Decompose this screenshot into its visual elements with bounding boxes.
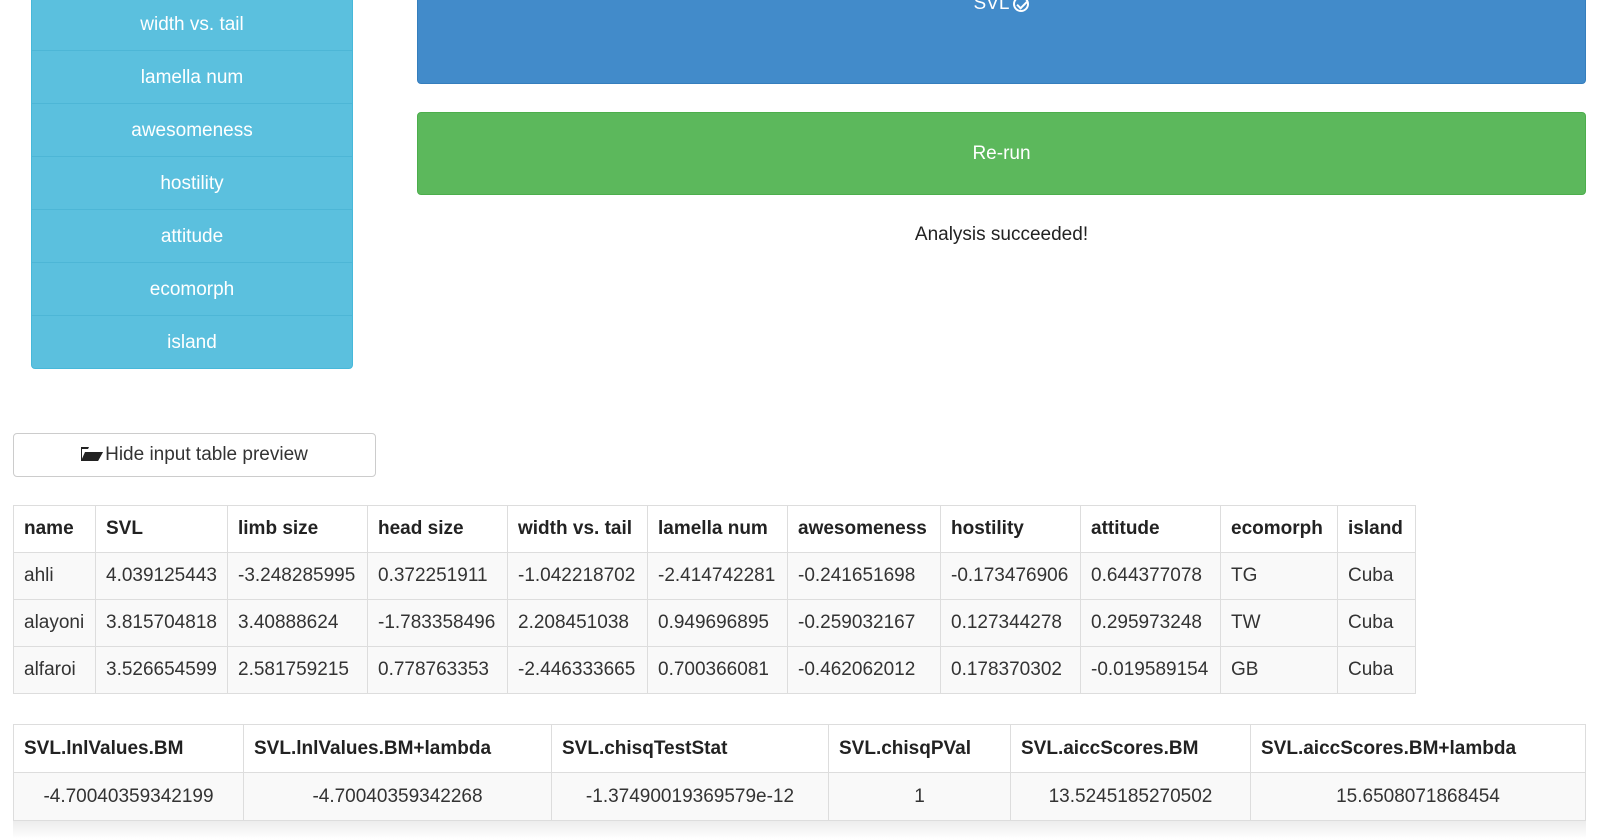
table-cell: GB [1220, 646, 1338, 694]
table-cell: 1 [828, 772, 1011, 821]
check-circle-icon [1013, 0, 1030, 12]
table-header-row: name SVL limb size head size width vs. t… [13, 505, 1416, 553]
rerun-button[interactable]: Re-run [417, 112, 1586, 195]
trait-item-width-vs-tail[interactable]: width vs. tail [32, 0, 352, 50]
table-cell: -0.462062012 [787, 646, 941, 694]
table-cell: 13.5245185270502 [1010, 772, 1251, 821]
table-cell: -0.019589154 [1080, 646, 1221, 694]
column-header: SVL.lnlValues.BM+lambda [243, 724, 552, 773]
table-cell: ahli [13, 552, 96, 600]
table-cell: 0.295973248 [1080, 599, 1221, 647]
trait-item-ecomorph[interactable]: ecomorph [32, 262, 352, 315]
table-cell: -2.414742281 [647, 552, 788, 600]
table-cell: -3.248285995 [227, 552, 368, 600]
table-cell: 2.208451038 [507, 599, 648, 647]
table-cell: TG [1220, 552, 1338, 600]
table-cell: Cuba [1337, 599, 1416, 647]
table-cell: 3.815704818 [95, 599, 228, 647]
trait-item-lamella-num[interactable]: lamella num [32, 50, 352, 103]
table-cell: -4.70040359342199 [13, 772, 244, 821]
table-cell: 0.372251911 [367, 552, 508, 600]
table-cell: -2.446333665 [507, 646, 648, 694]
column-header: width vs. tail [507, 505, 648, 553]
trait-item-awesomeness[interactable]: awesomeness [32, 103, 352, 156]
table-cell: 15.6508071868454 [1250, 772, 1586, 821]
table-cell: 0.778763353 [367, 646, 508, 694]
column-header: SVL.chisqPVal [828, 724, 1011, 773]
table-cell: 0.178370302 [940, 646, 1081, 694]
column-header: awesomeness [787, 505, 941, 553]
trait-list: width vs. tail lamella num awesomeness h… [31, 0, 353, 369]
column-header: SVL.chisqTestStat [551, 724, 829, 773]
table-cell: -1.042218702 [507, 552, 648, 600]
column-header: SVL.aiccScores.BM [1010, 724, 1251, 773]
trait-item-island[interactable]: island [32, 315, 352, 368]
column-header: limb size [227, 505, 368, 553]
svl-button-label: SVL [973, 0, 1010, 14]
column-header: head size [367, 505, 508, 553]
results-table: SVL.lnlValues.BM SVL.lnlValues.BM+lambda… [13, 724, 1586, 821]
column-header: SVL.aiccScores.BM+lambda [1250, 724, 1586, 773]
trait-item-attitude[interactable]: attitude [32, 209, 352, 262]
table-row: -4.70040359342199 -4.70040359342268 -1.3… [13, 772, 1586, 821]
column-header: SVL.lnlValues.BM [13, 724, 244, 773]
table-header-row: SVL.lnlValues.BM SVL.lnlValues.BM+lambda… [13, 724, 1586, 773]
input-table-preview: name SVL limb size head size width vs. t… [13, 505, 1416, 694]
table-cell: -0.241651698 [787, 552, 941, 600]
table-cell: -0.259032167 [787, 599, 941, 647]
table-row: alayoni 3.815704818 3.40888624 -1.783358… [13, 599, 1416, 647]
toggle-preview-button[interactable]: Hide input table preview [13, 433, 376, 477]
table-cell: TW [1220, 599, 1338, 647]
rerun-button-label: Re-run [972, 143, 1031, 164]
svl-button[interactable]: SVL [417, 0, 1586, 84]
column-header: island [1337, 505, 1416, 553]
table-cell: -4.70040359342268 [243, 772, 552, 821]
table-row: alfaroi 3.526654599 2.581759215 0.778763… [13, 646, 1416, 694]
toggle-preview-label: Hide input table preview [105, 444, 308, 465]
table-cell: 3.526654599 [95, 646, 228, 694]
table-cell: 0.127344278 [940, 599, 1081, 647]
column-header: lamella num [647, 505, 788, 553]
folder-open-icon [81, 447, 104, 461]
table-cell: 2.581759215 [227, 646, 368, 694]
trait-item-hostility[interactable]: hostility [32, 156, 352, 209]
table-cell: 3.40888624 [227, 599, 368, 647]
table-cell: 0.644377078 [1080, 552, 1221, 600]
column-header: attitude [1080, 505, 1221, 553]
column-header: name [13, 505, 96, 553]
table-cell: 0.700366081 [647, 646, 788, 694]
table-row: ahli 4.039125443 -3.248285995 0.37225191… [13, 552, 1416, 600]
column-header: SVL [95, 505, 228, 553]
table-cell: Cuba [1337, 646, 1416, 694]
table-cell: 4.039125443 [95, 552, 228, 600]
table-cell: alayoni [13, 599, 96, 647]
table-cell: Cuba [1337, 552, 1416, 600]
table-cell: alfaroi [13, 646, 96, 694]
status-message: Analysis succeeded! [914, 224, 1089, 245]
table-cell: 0.949696895 [647, 599, 788, 647]
table-cell: -0.173476906 [940, 552, 1081, 600]
scroll-shadow [13, 821, 1586, 839]
table-cell: -1.37490019369579e-12 [551, 772, 829, 821]
column-header: hostility [940, 505, 1081, 553]
column-header: ecomorph [1220, 505, 1338, 553]
table-cell: -1.783358496 [367, 599, 508, 647]
